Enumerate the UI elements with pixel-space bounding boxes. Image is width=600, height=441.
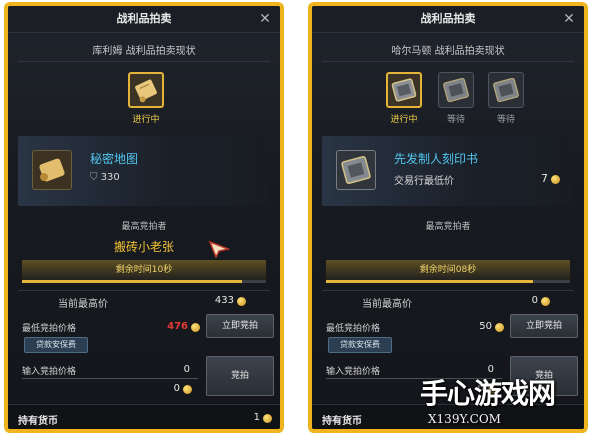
buy-now-button[interactable]: 立即竞拍 — [206, 314, 274, 338]
auction-panel-left: 战利品拍卖 ✕ 库利姆 战利品拍卖现状 进行中 秘密地图 ⛉ 330 最高竞拍者… — [4, 2, 284, 433]
slot-status: 等待 — [446, 115, 465, 125]
book-icon — [493, 77, 519, 103]
coin-icon — [183, 385, 192, 394]
coin-input-value[interactable]: 0 — [174, 383, 180, 394]
buy-now-button[interactable]: 立即竞拍 — [510, 314, 578, 338]
highest-bidder-name: 搬砖小老张 — [113, 240, 174, 254]
slot-status: 等待 — [496, 115, 515, 125]
coin-icon — [541, 297, 550, 306]
bid-input-label: 输入竞拍价格 — [326, 367, 381, 377]
min-bid-label: 最低竞拍价格 — [326, 324, 381, 334]
item-market-price: 7 — [541, 172, 560, 185]
remaining-time: 剩余时间08秒 — [326, 260, 570, 280]
divider — [18, 290, 270, 291]
auction-slot-2[interactable] — [438, 72, 474, 108]
input-underline — [22, 378, 198, 379]
current-price-value: 433 — [214, 295, 234, 306]
coin-icon — [551, 174, 560, 184]
loan-security-button[interactable]: 贷款安保费 — [328, 337, 392, 353]
item-gear-score: ⛉ 330 — [90, 172, 120, 183]
min-bid-value: 476 — [167, 321, 188, 332]
watermark-logo-text: 手心游戏网 — [420, 377, 556, 410]
current-price-label: 当前最高价 — [362, 299, 412, 310]
site-watermark: 手心游戏网 X139Y.COM — [420, 368, 595, 434]
divider — [322, 61, 574, 62]
close-icon[interactable]: ✕ — [560, 6, 578, 32]
window-title-text: 战利品拍卖 — [116, 12, 172, 25]
book-icon — [391, 78, 417, 102]
window-title: 战利品拍卖 ✕ — [8, 6, 280, 33]
min-bid-label: 最低竞拍价格 — [22, 324, 77, 334]
item-market-price-label: 交易行最低价 — [394, 176, 454, 187]
wallet-label: 持有货币 — [18, 416, 58, 427]
timer-progress — [22, 280, 266, 283]
divider — [18, 61, 270, 62]
highest-bidder-label: 最高竞拍者 — [121, 222, 167, 232]
current-price-label: 当前最高价 — [58, 299, 108, 310]
book-icon — [336, 150, 376, 190]
loan-security-button[interactable]: 贷款安保费 — [24, 337, 88, 353]
scroll-icon — [135, 79, 157, 103]
cursor-icon — [208, 240, 230, 258]
bid-input-label: 输入竞拍价格 — [22, 367, 77, 377]
market-price-value: 7 — [541, 172, 548, 185]
coin-icon — [263, 414, 272, 423]
watermark-url: X139Y.COM — [428, 412, 501, 426]
auction-item: 秘密地图 ⛉ 330 — [18, 136, 270, 206]
bid-button[interactable]: 竞拍 — [206, 356, 274, 396]
divider — [322, 290, 574, 291]
item-name: 先发制人刻印书 — [394, 152, 479, 166]
bid-input-field[interactable]: 0 — [184, 364, 190, 375]
highest-bidder-label: 最高竞拍者 — [425, 222, 471, 232]
slot-status: 进行中 — [390, 115, 418, 125]
min-bid-value: 50 — [479, 321, 492, 332]
coin-icon — [495, 323, 504, 332]
auction-subtitle: 库利姆 战利品拍卖现状 — [92, 46, 196, 57]
current-price-value: 0 — [531, 295, 538, 306]
wallet-bar: 持有货币 1 — [8, 404, 280, 429]
remaining-time: 剩余时间10秒 — [22, 260, 266, 280]
auction-subtitle: 哈尔马顿 战利品拍卖现状 — [391, 46, 505, 57]
window-title: 战利品拍卖 ✕ — [312, 6, 584, 33]
map-icon — [32, 150, 72, 190]
timer-progress — [326, 280, 570, 283]
timer-progress-fill — [22, 280, 242, 283]
window-title-text: 战利品拍卖 — [420, 12, 476, 25]
coin-icon — [237, 297, 246, 306]
wallet-value: 1 — [253, 412, 260, 423]
item-name: 秘密地图 — [90, 152, 139, 166]
auction-slot-3[interactable] — [488, 72, 524, 108]
slot-status: 进行中 — [132, 115, 160, 125]
close-icon[interactable]: ✕ — [256, 6, 274, 32]
shield-icon: ⛉ — [90, 172, 98, 183]
auction-slot-1[interactable] — [386, 72, 422, 108]
auction-item: 先发制人刻印书 交易行最低价 7 — [322, 136, 574, 206]
book-icon — [443, 77, 469, 103]
gear-score-value: 330 — [100, 172, 120, 183]
timer-progress-fill — [326, 280, 534, 283]
auction-slot-1[interactable] — [128, 72, 164, 108]
coin-icon — [191, 323, 200, 332]
wallet-label: 持有货币 — [322, 416, 362, 427]
